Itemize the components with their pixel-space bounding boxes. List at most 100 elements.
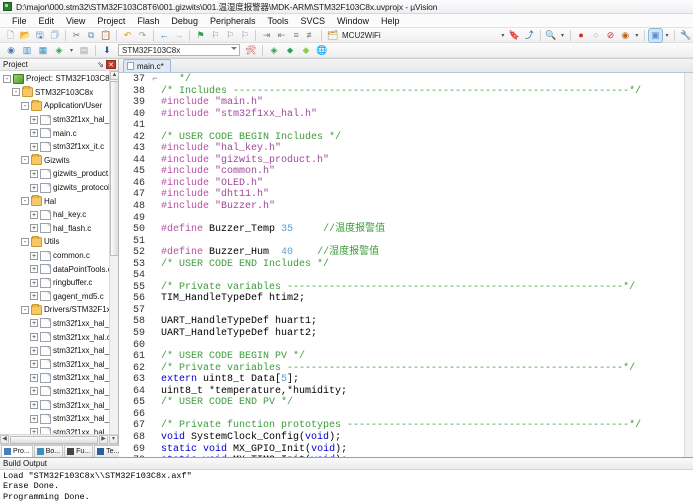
code-line[interactable]: 46 #include "OLED.h" bbox=[119, 178, 693, 190]
redo-icon[interactable]: ↷ bbox=[136, 29, 149, 42]
menu-item-view[interactable]: View bbox=[60, 16, 91, 26]
tree-item[interactable]: + common.c bbox=[0, 249, 118, 263]
code-line[interactable]: 48 #include "Buzzer.h" bbox=[119, 201, 693, 213]
vscroll-thumb[interactable] bbox=[110, 81, 118, 256]
translate-icon[interactable]: ◉ bbox=[4, 44, 18, 57]
copy-icon[interactable]: ⧉ bbox=[85, 29, 98, 42]
batch-build-icon[interactable]: ◈ bbox=[52, 44, 66, 57]
tree-item[interactable]: + ringbuffer.c bbox=[0, 276, 118, 290]
bookmark-next-icon[interactable]: ⚐ bbox=[224, 29, 237, 42]
mcu2wifi-label[interactable]: MCU2WiFi bbox=[342, 31, 381, 40]
rebuild-icon[interactable]: ▦ bbox=[36, 44, 50, 57]
hscroll-thumb[interactable] bbox=[10, 435, 98, 444]
tree-item[interactable]: + hal_key.c bbox=[0, 208, 118, 222]
code-line[interactable]: 59 UART_HandleTypeDef huart2; bbox=[119, 328, 693, 340]
code-line[interactable]: 55 /* Private variables -----------------… bbox=[119, 282, 693, 294]
manage-project-items-icon[interactable]: 🌐 bbox=[315, 44, 329, 57]
save-all-icon[interactable]: 🗇 bbox=[48, 29, 61, 42]
code-line[interactable]: 43 #include "hal_key.h" bbox=[119, 143, 693, 155]
manage-runtime-icon[interactable]: ◈ bbox=[267, 44, 281, 57]
auto-hide-pin-icon[interactable]: ⇘ bbox=[96, 60, 105, 69]
menu-item-svcs[interactable]: SVCS bbox=[295, 16, 332, 26]
build-icon[interactable]: ▥ bbox=[20, 44, 34, 57]
code-line[interactable]: 57 bbox=[119, 305, 693, 317]
menu-item-peripherals[interactable]: Peripherals bbox=[204, 16, 262, 26]
menu-item-project[interactable]: Project bbox=[91, 16, 131, 26]
scroll-up-arrow-icon[interactable]: ▲ bbox=[110, 71, 118, 80]
close-icon[interactable]: ✕ bbox=[106, 60, 116, 69]
tree-item[interactable]: + gizwits_protocol bbox=[0, 181, 118, 195]
project-tree-hscrollbar[interactable]: ◀ ▶ ▾ bbox=[0, 433, 118, 444]
code-line[interactable]: 37 ⌐ */ bbox=[119, 74, 693, 86]
expand-toggle-icon[interactable]: + bbox=[30, 169, 38, 178]
code-line[interactable]: 60 bbox=[119, 340, 693, 352]
breakpoint-options-arrow-icon[interactable]: ▾ bbox=[634, 29, 640, 42]
expand-toggle-icon[interactable]: + bbox=[30, 292, 38, 301]
tree-item[interactable]: - Drivers/STM32F1xx_I bbox=[0, 303, 118, 317]
configuration-wrench-icon[interactable]: 🔧 bbox=[679, 29, 692, 42]
goto-definition-icon[interactable]: ⤴ bbox=[523, 29, 536, 42]
tree-item[interactable]: + stm32f1xx_hal_g bbox=[0, 425, 118, 434]
collapse-toggle-icon[interactable]: - bbox=[21, 305, 29, 314]
menu-item-debug[interactable]: Debug bbox=[165, 16, 204, 26]
expand-toggle-icon[interactable]: + bbox=[30, 115, 38, 124]
stop-build-icon[interactable]: ▤ bbox=[77, 44, 91, 57]
editor-tab-main-c[interactable]: main.c* bbox=[123, 59, 171, 72]
code-line[interactable]: 66 bbox=[119, 409, 693, 421]
scroll-extra-icon[interactable]: ▾ bbox=[109, 434, 118, 444]
expand-toggle-icon[interactable]: + bbox=[30, 251, 38, 260]
comment-icon[interactable]: ≡ bbox=[290, 29, 303, 42]
fold-marker[interactable]: ⌐ bbox=[149, 74, 161, 86]
build-output-text[interactable]: Load "STM32F103C8x\\STM32F103C8x.axf" Era… bbox=[0, 470, 693, 502]
menu-item-flash[interactable]: Flash bbox=[131, 16, 165, 26]
menu-item-tools[interactable]: Tools bbox=[261, 16, 294, 26]
menu-item-file[interactable]: File bbox=[6, 16, 33, 26]
tree-item[interactable]: + gizwits_product. bbox=[0, 167, 118, 181]
tree-item[interactable]: + stm32f1xx_hal_r bbox=[0, 398, 118, 412]
tree-item[interactable]: + stm32f1xx_hal_g bbox=[0, 344, 118, 358]
enable-breakpoints-icon[interactable]: ◉ bbox=[619, 29, 632, 42]
code-line[interactable]: 40 #include "stm32f1xx_hal.h" bbox=[119, 109, 693, 121]
collapse-toggle-icon[interactable]: - bbox=[21, 237, 29, 246]
code-line[interactable]: 58 UART_HandleTypeDef huart1; bbox=[119, 316, 693, 328]
editor-vscrollbar[interactable] bbox=[684, 73, 693, 457]
code-editor[interactable]: 37 ⌐ */ 38 /* Includes --------------------… bbox=[119, 73, 693, 457]
window-layout-icon[interactable]: ▣ bbox=[648, 27, 663, 43]
code-line[interactable]: 39 #include "main.h" bbox=[119, 97, 693, 109]
code-line[interactable]: 47 #include "dht11.h" bbox=[119, 189, 693, 201]
disable-breakpoint-icon[interactable]: ○ bbox=[589, 29, 602, 42]
paste-icon[interactable]: 📋 bbox=[100, 29, 113, 42]
tree-item[interactable]: + stm32f1xx_hal_fl bbox=[0, 357, 118, 371]
tab-books[interactable]: Bo... bbox=[33, 444, 64, 457]
code-line[interactable]: 61 /* USER CODE BEGIN PV */ bbox=[119, 351, 693, 363]
kill-breakpoints-icon[interactable]: ⊘ bbox=[604, 29, 617, 42]
expand-toggle-icon[interactable]: + bbox=[30, 319, 38, 328]
tree-item[interactable]: + gagent_md5.c bbox=[0, 290, 118, 304]
expand-toggle-icon[interactable]: + bbox=[30, 373, 38, 382]
tree-item[interactable]: + stm32f1xx_hal_r bbox=[0, 385, 118, 399]
tree-item[interactable]: - STM32F103C8x bbox=[0, 86, 118, 100]
outdent-icon[interactable]: ⇤ bbox=[275, 29, 288, 42]
code-line[interactable]: 63 extern uint8_t Data[5]; bbox=[119, 374, 693, 386]
code-line[interactable]: 67 /* Private function prototypes -------… bbox=[119, 420, 693, 432]
save-icon[interactable]: 🖫 bbox=[34, 29, 47, 42]
expand-toggle-icon[interactable]: + bbox=[30, 401, 38, 410]
collapse-toggle-icon[interactable]: - bbox=[3, 74, 11, 83]
code-line[interactable]: 52 #define Buzzer_Hum 40 //湿度报警值 bbox=[119, 247, 693, 259]
code-line[interactable]: 56 TIM_HandleTypeDef htim2; bbox=[119, 293, 693, 305]
code-line[interactable]: 64 uint8_t *temperature,*humidity; bbox=[119, 386, 693, 398]
breakpoint-icon[interactable]: ● bbox=[575, 29, 588, 42]
scroll-right-arrow-icon[interactable]: ▶ bbox=[99, 434, 108, 444]
collapse-toggle-icon[interactable]: - bbox=[21, 101, 29, 110]
tree-item[interactable]: + stm32f1xx_it.c bbox=[0, 140, 118, 154]
tree-item[interactable]: + stm32f1xx_hal_m bbox=[0, 113, 118, 127]
code-line[interactable]: 53 /* USER CODE END Includes */ bbox=[119, 259, 693, 271]
tree-item[interactable]: - Gizwits bbox=[0, 154, 118, 168]
expand-toggle-icon[interactable]: + bbox=[30, 346, 38, 355]
expand-toggle-icon[interactable]: + bbox=[30, 183, 38, 192]
expand-toggle-icon[interactable]: + bbox=[30, 210, 38, 219]
target-options-icon[interactable]: 🛠 bbox=[244, 44, 258, 57]
tree-item[interactable]: + main.c bbox=[0, 126, 118, 140]
project-tree[interactable]: ▲ - Project: STM32F103C8x - STM32F103C8x - Ap… bbox=[0, 71, 118, 434]
code-line[interactable]: 44 #include "gizwits_product.h" bbox=[119, 155, 693, 167]
